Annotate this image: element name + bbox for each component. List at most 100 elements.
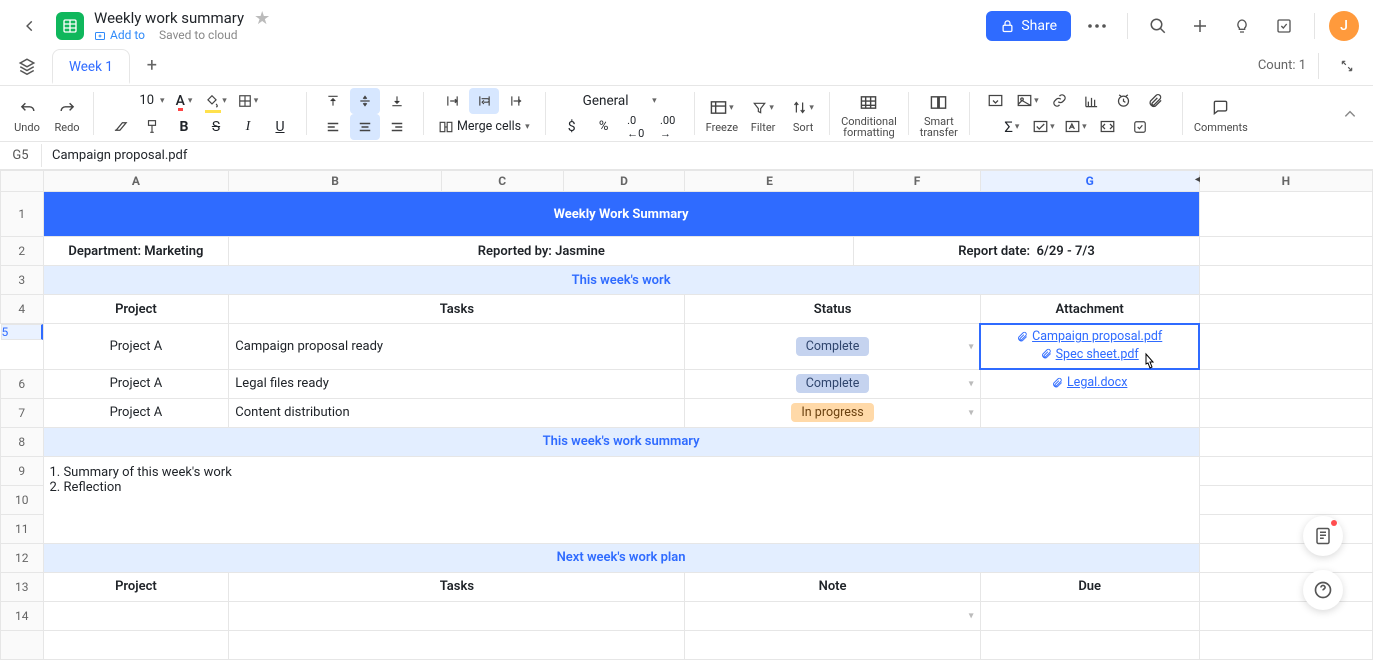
- halign-right-button[interactable]: [382, 114, 412, 140]
- col-label[interactable]: Status: [685, 295, 980, 324]
- row-header[interactable]: 2: [1, 237, 44, 266]
- currency-button[interactable]: $: [557, 114, 587, 140]
- attachment-link[interactable]: Legal.docx: [1052, 375, 1127, 390]
- dropdown-button[interactable]: [981, 88, 1011, 114]
- cell[interactable]: Campaign proposal ready: [229, 324, 685, 370]
- formula-value[interactable]: Campaign proposal.pdf: [42, 144, 1373, 167]
- collapse-toolbar-icon[interactable]: [1335, 101, 1365, 127]
- text-color-button[interactable]: A▾: [169, 88, 199, 114]
- plus-icon[interactable]: [1184, 10, 1216, 42]
- valign-bot-button[interactable]: [382, 88, 412, 114]
- cell[interactable]: Report date: 6/29 - 7/3: [854, 237, 1199, 266]
- col-header[interactable]: B: [229, 171, 442, 192]
- cond-format-button[interactable]: [854, 89, 884, 115]
- star-icon[interactable]: ★: [254, 9, 270, 30]
- tab-week1[interactable]: Week 1: [52, 49, 130, 84]
- attachment-link[interactable]: Spec sheet.pdf: [1041, 347, 1139, 362]
- cell[interactable]: Legal files ready: [229, 369, 685, 398]
- attachment-button[interactable]: [1141, 88, 1171, 114]
- data-valid-button[interactable]: ▾: [1029, 114, 1059, 140]
- row-header[interactable]: 13: [1, 572, 44, 601]
- find-replace-button[interactable]: ▾: [1061, 114, 1091, 140]
- valign-top-button[interactable]: [318, 88, 348, 114]
- section-header[interactable]: Next week's work plan: [43, 543, 1199, 572]
- row-header[interactable]: 7: [1, 398, 44, 427]
- cell[interactable]: Project A: [43, 369, 229, 398]
- strike-button[interactable]: S: [201, 114, 231, 140]
- sheets-list-icon[interactable]: [10, 49, 44, 83]
- cell-reference[interactable]: G5: [0, 144, 42, 167]
- underline-button[interactable]: U: [265, 114, 295, 140]
- col-label[interactable]: Project: [43, 295, 229, 324]
- row-header[interactable]: 14: [1, 601, 44, 630]
- row-header[interactable]: 4: [1, 295, 44, 324]
- bulb-icon[interactable]: [1226, 10, 1258, 42]
- status-cell[interactable]: Complete: [685, 324, 980, 370]
- col-label[interactable]: Tasks: [229, 295, 685, 324]
- fill-color-button[interactable]: ▾: [201, 88, 231, 114]
- halign-center-button[interactable]: [350, 114, 380, 140]
- status-cell[interactable]: In progress: [685, 398, 980, 427]
- avatar[interactable]: J: [1329, 11, 1359, 41]
- link-button[interactable]: [1045, 88, 1075, 114]
- col-label[interactable]: Note: [685, 572, 980, 601]
- chart-button[interactable]: [1077, 88, 1107, 114]
- filter-button[interactable]: ▾: [748, 95, 778, 121]
- col-label[interactable]: Project: [43, 572, 229, 601]
- cell[interactable]: Content distribution: [229, 398, 685, 427]
- reminder-button[interactable]: [1109, 88, 1139, 114]
- summary-cell[interactable]: 1. Summary of this week's work2. Reflect…: [43, 456, 1199, 543]
- row-header[interactable]: 8: [1, 427, 44, 456]
- col-label[interactable]: Due: [980, 572, 1199, 601]
- halign-left-button[interactable]: [318, 114, 348, 140]
- comments-button[interactable]: [1206, 95, 1236, 121]
- redo-button[interactable]: [52, 95, 82, 121]
- select-all-corner[interactable]: [1, 171, 44, 192]
- format-painter-button[interactable]: [137, 114, 167, 140]
- document-title[interactable]: Weekly work summary: [94, 10, 244, 27]
- more-icon[interactable]: [1081, 10, 1113, 42]
- dec-dec-button[interactable]: .00→: [653, 114, 683, 140]
- borders-button[interactable]: ▾: [233, 88, 263, 114]
- attachment-cell-selected[interactable]: Campaign proposal.pdf Spec sheet.pdf: [980, 324, 1199, 370]
- row-header[interactable]: 1: [1, 191, 44, 237]
- comments-fab[interactable]: [1303, 516, 1343, 556]
- col-header[interactable]: C: [441, 171, 563, 192]
- italic-button[interactable]: I: [233, 114, 263, 140]
- section-header[interactable]: This week's work: [43, 266, 1199, 295]
- expand-icon[interactable]: [1331, 50, 1363, 82]
- clear-format-button[interactable]: [105, 114, 135, 140]
- cell[interactable]: Project A: [43, 398, 229, 427]
- row-header[interactable]: 11: [1, 514, 44, 543]
- col-label[interactable]: Attachment: [980, 295, 1199, 324]
- font-size-select[interactable]: 10▾: [137, 88, 167, 114]
- add-to-button[interactable]: Add to: [94, 29, 145, 43]
- attachment-link[interactable]: Campaign proposal.pdf: [1017, 329, 1162, 344]
- col-header[interactable]: D: [563, 171, 685, 192]
- image-button[interactable]: ▾: [1013, 88, 1043, 114]
- number-format-select[interactable]: General▾: [577, 88, 663, 114]
- add-tab-button[interactable]: +: [138, 55, 166, 76]
- row-header[interactable]: 10: [1, 485, 44, 514]
- row-header[interactable]: [1, 630, 44, 659]
- row-header[interactable]: 5: [1, 324, 43, 340]
- sort-button[interactable]: ▾: [788, 95, 818, 121]
- row-header[interactable]: 3: [1, 266, 44, 295]
- smart-transfer-button[interactable]: [924, 89, 954, 115]
- row-header[interactable]: 6: [1, 369, 44, 398]
- attachment-cell[interactable]: Legal.docx: [980, 369, 1199, 398]
- bold-button[interactable]: B: [169, 114, 199, 140]
- col-header[interactable]: H: [1199, 171, 1372, 192]
- sum-button[interactable]: Σ▾: [997, 114, 1027, 140]
- valign-mid-button[interactable]: [350, 88, 380, 114]
- search-icon[interactable]: [1142, 10, 1174, 42]
- col-header[interactable]: G◀▶: [980, 171, 1199, 192]
- merge-cells-button[interactable]: Merge cells▾: [435, 114, 534, 140]
- wrap-clip-button[interactable]: [501, 88, 531, 114]
- checklist-icon[interactable]: [1268, 10, 1300, 42]
- cell[interactable]: Reported by: Jasmine: [229, 237, 854, 266]
- percent-button[interactable]: %: [589, 114, 619, 140]
- cell[interactable]: Project A: [43, 324, 229, 370]
- freeze-button[interactable]: ▾: [707, 95, 737, 121]
- title-cell[interactable]: Weekly Work Summary: [43, 191, 1199, 237]
